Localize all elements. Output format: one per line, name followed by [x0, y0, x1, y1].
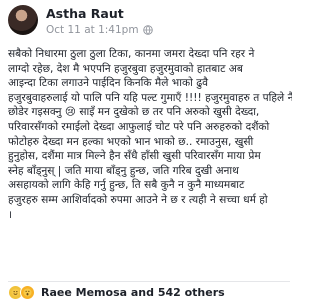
post-text-line: छोडेर गइसक्नु 😢 साइँ मन दुखेको छ तर पनि … [8, 106, 260, 119]
globe-icon [142, 25, 153, 35]
reactions-bar[interactable]: Raee Memosa and 542 others [8, 284, 225, 300]
post-text-line: परिवारसँगको रमाईलो देख्दा आफुलाई चोट परे… [8, 120, 270, 133]
author-name[interactable]: Astha Raut [46, 6, 124, 21]
post-body: सबैको निधारमा ठुला ठुला टिका, कानमा जमरा… [8, 47, 292, 279]
post-header: Astha Raut Oct 11 at 1:41pm [0, 0, 298, 46]
post-text-line: लाग्दो रहेछ, देश मै भएपनि हजुरबुवा हजुरम… [8, 62, 243, 75]
post-text-line: । [8, 208, 13, 221]
reaction-summary[interactable]: Raee Memosa and 542 others [41, 286, 225, 299]
post-text-line: स्नेह बाँड्नुस् | जति माया बाँड्नु हुन्छ… [8, 164, 239, 177]
timestamp[interactable]: Oct 11 at 1:41pm [46, 24, 139, 36]
divider [8, 281, 290, 282]
post-text-line: असहायको लागि केहि गर्नु हुन्छ, ति सबै कु… [8, 179, 245, 192]
post-text-line: सबैको निधारमा ठुला ठुला टिका, कानमा जमरा… [8, 48, 255, 60]
post-text-line: आइन्दा टिका लगाउने पाईदिन किनकि मैले भाक… [8, 77, 209, 90]
avatar[interactable] [8, 5, 38, 35]
wow-icon [20, 284, 35, 300]
post-text-line: हजुरबुवाहरुलाई यो पालि पनि यहि पल्ट गुमा… [8, 91, 292, 104]
post-text-line: हजुरहरु सम्म आशिर्वादको रुपमा आउने ने छ … [8, 193, 268, 206]
post-text-line: फोटोहरु देख्दा मन हल्का भएको भान भाको छ.… [8, 135, 254, 148]
post-text-line: हुनुहोस, दशैंमा मात्र मिल्ने हैन सँधै हा… [8, 150, 261, 163]
post-meta: Oct 11 at 1:41pm [46, 24, 153, 36]
